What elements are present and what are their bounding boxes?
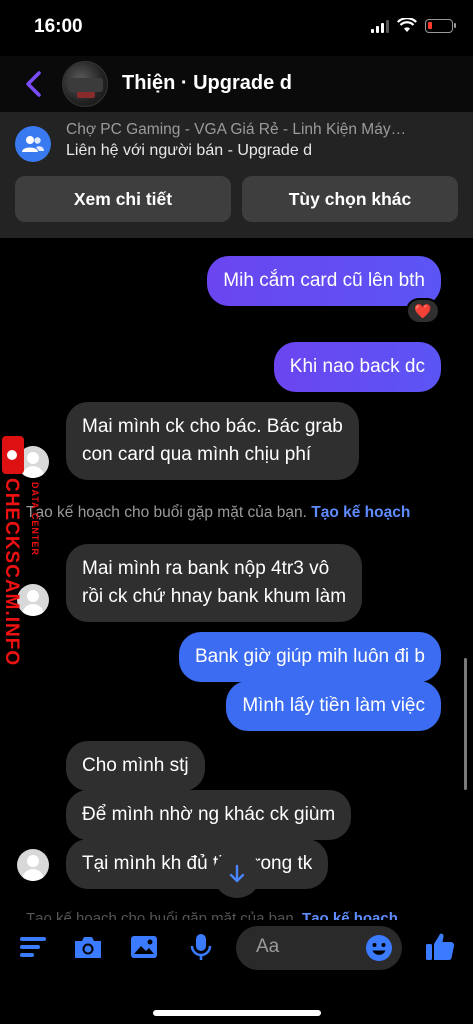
status-icons [371, 18, 456, 33]
listing-subtitle: Liên hệ với người bán - Upgrade d [66, 142, 313, 159]
message-composer: Aa [0, 920, 473, 1024]
photo-gallery-icon[interactable] [128, 930, 160, 964]
back-arrow-icon[interactable] [22, 70, 48, 98]
cellular-signal-icon [371, 19, 389, 33]
wifi-icon [397, 18, 417, 32]
checkscam-watermark: CHECKSCAM.INFO DATA CENTER [1, 436, 54, 668]
watermark-logo-icon [2, 436, 24, 474]
plan-notice-text: Tạo kế hoạch cho buổi gặp mặt của bạn. [26, 504, 307, 521]
message-outgoing[interactable]: Bank giờ giúp mih luôn đi b [178, 632, 441, 682]
microphone-icon[interactable] [185, 930, 217, 964]
camera-icon[interactable] [72, 930, 104, 964]
sender-avatar [17, 849, 49, 881]
message-incoming[interactable]: Mai mình ra bank nộp 4tr3 vô rồi ck chứ … [66, 544, 363, 622]
message-incoming[interactable]: Cho mình stj [66, 741, 205, 791]
conversation-header: Thiện · Upgrade d [0, 56, 473, 112]
plan-notice-text: Tạo kế hoạch cho buổi gặp mặt của bạn. [26, 910, 298, 920]
thumbs-up-icon[interactable] [424, 930, 456, 964]
contact-avatar[interactable] [62, 61, 108, 107]
menu-icon[interactable] [17, 930, 49, 964]
message-list[interactable]: Mih cắm card cũ lên bth ❤️ Khi nao back … [0, 238, 473, 920]
home-indicator [153, 1010, 321, 1016]
status-bar: 16:00 [0, 0, 473, 56]
message-incoming[interactable]: Mai mình ck cho bác. Bác grab con card q… [66, 402, 359, 480]
message-incoming[interactable]: Để mình nhờ ng khác ck giùm [66, 790, 352, 840]
meeting-plan-notice: Tạo kế hoạch cho buổi gặp mặt của bạn. T… [26, 504, 410, 522]
marketplace-listing-banner: Chợ PC Gaming - VGA Giá Rẻ - Linh Kiện M… [0, 112, 473, 238]
more-options-button[interactable]: Tùy chọn khác [242, 176, 458, 222]
message-input[interactable]: Aa [236, 926, 402, 970]
view-details-button[interactable]: Xem chi tiết [15, 176, 231, 222]
watermark-subtitle: DATA CENTER [30, 482, 40, 556]
emoji-icon[interactable] [364, 933, 394, 963]
arrow-down-icon [229, 864, 245, 883]
create-plan-link[interactable]: Tạo kế hoạch [311, 504, 410, 521]
status-time: 16:00 [34, 16, 83, 37]
scrollbar[interactable] [464, 658, 467, 790]
thread-title[interactable]: Thiện · Upgrade d [122, 72, 292, 95]
scroll-to-bottom-button[interactable] [213, 850, 261, 898]
message-outgoing[interactable]: Mih cắm card cũ lên bth [207, 256, 441, 306]
message-outgoing[interactable]: Mình lấy tiền làm việc [226, 681, 441, 731]
watermark-brand: CHECKSCAM.INFO [1, 478, 22, 667]
message-line: rồi ck chứ hnay bank khum làm [82, 586, 347, 607]
message-line: con card qua mình chịu phí [82, 444, 312, 465]
create-plan-link[interactable]: Tạo kế hoạch [302, 910, 398, 920]
message-line: Mai mình ra bank nộp 4tr3 vô [82, 558, 330, 579]
battery-icon [425, 18, 456, 33]
message-outgoing[interactable]: Khi nao back dc [273, 342, 441, 392]
message-incoming[interactable]: Tại mình kh đủ tiền trong tk [66, 839, 329, 889]
message-input-placeholder: Aa [256, 936, 280, 957]
listing-group-name: Chợ PC Gaming - VGA Giá Rẻ - Linh Kiện M… [66, 121, 407, 138]
meeting-plan-notice-faded: Tạo kế hoạch cho buổi gặp mặt của bạn. T… [26, 910, 398, 920]
group-icon [15, 126, 51, 162]
message-line: Mai mình ck cho bác. Bác grab [82, 416, 343, 437]
heart-reaction-icon[interactable]: ❤️ [406, 298, 440, 324]
